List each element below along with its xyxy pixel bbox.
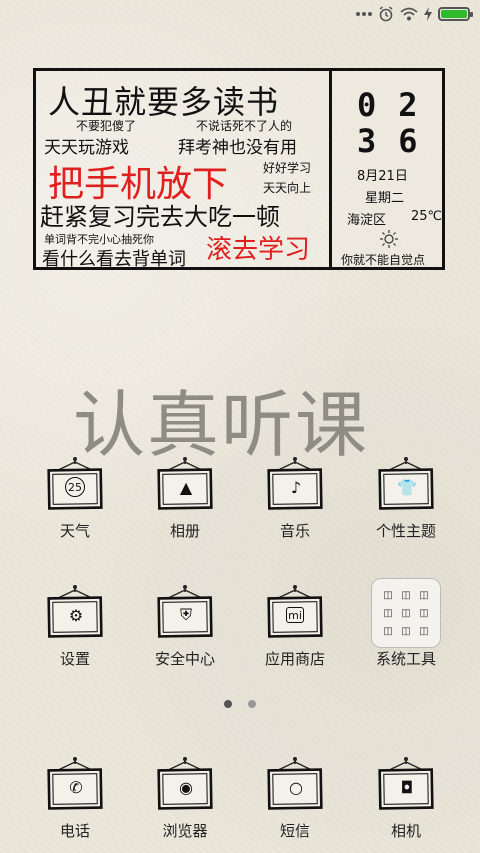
app-music[interactable]: ♪ 音乐 (240, 456, 350, 566)
mini-app-icon: ◫ (383, 625, 393, 637)
sun-icon (379, 229, 399, 253)
app-label: 个性主题 (375, 522, 436, 540)
picture-frame-icon: 👕 (377, 456, 435, 512)
app-label: 浏览器 (162, 822, 208, 840)
picture-frame-icon: ◉ (156, 756, 214, 812)
battery-icon (438, 7, 473, 21)
status-bar (0, 0, 480, 28)
widget-side-text-2: 天天向上 (263, 181, 312, 195)
app-camera[interactable]: ◘ 相机 (351, 756, 461, 853)
mini-app-icon: ◫ (401, 589, 411, 601)
picture-frame-icon: 25 (46, 456, 104, 512)
app-label: 天气 (59, 522, 90, 540)
widget-side-text-1: 好好学习 (263, 161, 312, 175)
picture-frame-icon: ⛨ (156, 584, 214, 640)
app-label: 设置 (59, 650, 90, 668)
page-dot-2[interactable] (248, 700, 256, 708)
app-message[interactable]: ○ 短信 (240, 756, 350, 853)
picture-frame-icon: ⚙ (46, 584, 104, 640)
wifi-icon (400, 7, 418, 21)
page-dot-1[interactable] (224, 700, 232, 708)
widget-red-end: 滚去学习 (206, 235, 311, 265)
app-shield[interactable]: ⛨ 安全中心 (130, 584, 240, 694)
mini-app-icon: ◫ (401, 625, 411, 637)
weather-temperature: 25℃ (411, 209, 443, 224)
phone-icon: ✆ (69, 777, 83, 797)
widget-line4: 看什么看去背单词 (42, 249, 186, 270)
more-dots-icon (356, 11, 372, 17)
clock-minute: 36 (357, 123, 429, 159)
app-phone[interactable]: ✆ 电话 (20, 756, 130, 853)
app-weather[interactable]: 25 天气 (20, 456, 130, 566)
app-tools-folder[interactable]: ◫ ◫ ◫ ◫ ◫ ◫ ◫ ◫ ◫ 系统工具 (351, 578, 461, 694)
clock-hour: 02 (357, 87, 429, 123)
mini-app-icon: ◫ (401, 607, 411, 619)
settings-icon: ⚙ (68, 605, 84, 625)
picture-frame-icon: ✆ (46, 756, 104, 812)
page-indicator[interactable] (224, 700, 256, 708)
browser-icon: ◉ (179, 777, 193, 797)
clock-slogan: 你就不能自觉点 (341, 253, 426, 267)
app-label: 短信 (279, 822, 310, 840)
camera-icon: ◘ (400, 777, 414, 797)
mini-app-icon: ◫ (419, 607, 429, 619)
picture-frame-icon: ◘ (377, 756, 435, 812)
app-gallery[interactable]: ▲ 相册 (130, 456, 240, 566)
clock-date: 8月21日 (357, 169, 408, 184)
music-icon: ♪ (290, 477, 302, 497)
theme-icon: 👕 (397, 477, 417, 497)
widget-line1-b: 不说话死不了人的 (196, 119, 293, 133)
message-icon: ○ (289, 777, 303, 797)
app-store[interactable]: mi 应用商店 (240, 584, 350, 694)
app-label: 相机 (390, 822, 421, 840)
clock: 02 36 (357, 87, 429, 159)
clock-panel: 02 36 8月21日 星期二 海淀区 25℃ 你就不能自觉点 (335, 71, 442, 267)
app-label: 电话 (59, 822, 90, 840)
picture-frame-icon: mi (266, 584, 324, 640)
mini-app-icon: ◫ (419, 625, 429, 637)
alarm-icon (378, 6, 394, 22)
gallery-icon: ▲ (179, 477, 193, 497)
clock-minute-digits: 36 (357, 122, 440, 160)
mini-app-icon: ◫ (419, 589, 429, 601)
motivation-text-panel: 人丑就要多读书 不要犯傻了 不说话死不了人的 天天玩游戏 拜考神也没有用 把手机… (36, 71, 332, 270)
mini-app-icon: ◫ (383, 607, 393, 619)
app-browser[interactable]: ◉ 浏览器 (130, 756, 240, 853)
mini-app-icon: ◫ (383, 589, 393, 601)
widget-line1-a: 不要犯傻了 (76, 119, 137, 133)
clock-hour-digits: 02 (357, 86, 440, 124)
picture-frame-icon: ▲ (156, 456, 214, 512)
tools-folder-icon: ◫ ◫ ◫ ◫ ◫ ◫ ◫ ◫ ◫ (371, 578, 441, 648)
app-theme[interactable]: 👕 个性主题 (351, 456, 461, 566)
app-label: 应用商店 (264, 650, 325, 668)
app-label: 安全中心 (154, 650, 215, 668)
app-settings[interactable]: ⚙ 设置 (20, 584, 130, 694)
weather-location: 海淀区 (347, 213, 387, 228)
app-label: 音乐 (279, 522, 310, 540)
weather-icon: 25 (65, 477, 85, 497)
store-icon: mi (286, 607, 304, 623)
shield-icon: ⛨ (179, 605, 192, 624)
clock-weekday: 星期二 (365, 191, 405, 206)
app-label: 系统工具 (375, 650, 436, 668)
widget-line3: 赶紧复习完去大吃一顿 (40, 203, 280, 231)
picture-frame-icon: ○ (266, 756, 324, 812)
charging-icon (424, 7, 432, 21)
app-label: 相册 (169, 522, 200, 540)
motivation-clock-widget[interactable]: 人丑就要多读书 不要犯傻了 不说话死不了人的 天天玩游戏 拜考神也没有用 把手机… (33, 68, 445, 270)
picture-frame-icon: ♪ (266, 456, 324, 512)
